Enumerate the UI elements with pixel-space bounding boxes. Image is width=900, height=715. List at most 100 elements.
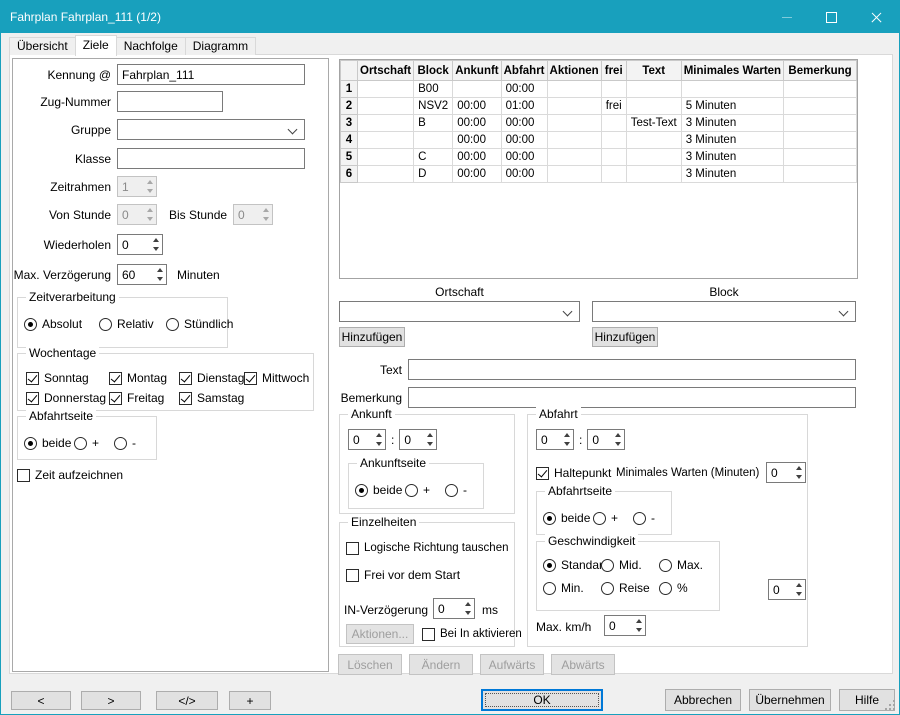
table-cell[interactable]: 3 Minuten [681, 166, 783, 183]
abwaerts-button[interactable]: Abwärts [551, 654, 615, 675]
table-cell[interactable]: 3 Minuten [681, 132, 783, 149]
wiederholen-spinner[interactable]: 0 [117, 234, 163, 255]
checkbox-freitag[interactable]: Freitag [109, 391, 164, 405]
abfahrt-hour-spinner[interactable]: 0 [536, 429, 574, 450]
table-cell[interactable]: 00:00 [501, 81, 547, 98]
spin-up-icon[interactable] [465, 602, 471, 606]
spin-up-icon[interactable] [427, 433, 433, 437]
spin-up-icon[interactable] [796, 466, 802, 470]
kennung-input[interactable] [117, 64, 305, 85]
tab-nachfolge[interactable]: Nachfolge [116, 37, 186, 55]
checkbox-mittwoch[interactable]: Mittwoch [244, 371, 309, 385]
destinations-grid[interactable]: OrtschaftBlockAnkunftAbfahrtAktionenfrei… [339, 59, 858, 279]
ok-button[interactable]: OK [481, 689, 603, 711]
table-cell[interactable] [601, 166, 626, 183]
spin-up-icon[interactable] [564, 433, 570, 437]
table-cell[interactable] [784, 132, 857, 149]
table-cell[interactable]: 00:00 [453, 166, 501, 183]
radio-mid[interactable]: Mid. [601, 558, 642, 572]
row-header[interactable]: 3 [341, 115, 358, 132]
table-cell[interactable] [784, 115, 857, 132]
table-cell[interactable]: 00:00 [501, 132, 547, 149]
column-header[interactable]: Minimales Warten [681, 61, 783, 81]
loeschen-button[interactable]: Löschen [338, 654, 402, 675]
table-cell[interactable] [358, 98, 414, 115]
table-row[interactable]: 3B00:0000:00Test-Text3 Minuten [341, 115, 857, 132]
abfahrt-minute-spinner[interactable]: 0 [587, 429, 625, 450]
title-bar[interactable]: Fahrplan Fahrplan_111 (1/2) [1, 1, 899, 33]
spin-up-icon[interactable] [263, 208, 269, 212]
table-cell[interactable] [626, 81, 681, 98]
table-row[interactable]: 6D00:0000:003 Minuten [341, 166, 857, 183]
table-cell[interactable]: 01:00 [501, 98, 547, 115]
radio-relativ[interactable]: Relativ [99, 317, 154, 331]
checkbox-donnerstag[interactable]: Donnerstag [26, 391, 106, 405]
table-cell[interactable]: Test-Text [626, 115, 681, 132]
checkbox-sonntag[interactable]: Sonntag [26, 371, 89, 385]
checkbox-logische-richtung[interactable]: Logische Richtung tauschen [346, 541, 509, 555]
close-button[interactable] [854, 1, 899, 33]
table-cell[interactable] [453, 81, 501, 98]
abbrechen-button[interactable]: Abbrechen [665, 689, 741, 711]
uebernehmen-button[interactable]: Übernehmen [749, 689, 831, 711]
spin-up-icon[interactable] [796, 583, 802, 587]
table-cell[interactable]: 5 Minuten [681, 98, 783, 115]
in-verzoegerung-spinner[interactable]: 0 [433, 598, 475, 619]
table-cell[interactable] [547, 166, 601, 183]
spin-down-icon[interactable] [796, 592, 802, 596]
zeitrahmen-spinner[interactable]: 1 [117, 176, 157, 197]
table-cell[interactable]: frei [601, 98, 626, 115]
radio-reise[interactable]: Reise [601, 581, 650, 595]
spin-up-icon[interactable] [615, 433, 621, 437]
ortschaft-hinzufuegen-button[interactable]: Hinzufügen [339, 327, 405, 347]
table-cell[interactable] [547, 81, 601, 98]
table-cell[interactable] [601, 132, 626, 149]
spin-down-icon[interactable] [796, 475, 802, 479]
column-header[interactable]: Aktionen [547, 61, 601, 81]
table-cell[interactable] [358, 149, 414, 166]
table-cell[interactable]: 3 Minuten [681, 115, 783, 132]
table-cell[interactable]: 00:00 [453, 149, 501, 166]
minimize-button[interactable] [764, 1, 809, 33]
table-row[interactable]: 2 NSV200:0001:00 frei 5 Minuten [341, 98, 857, 115]
table-cell[interactable]: 3 Minuten [681, 149, 783, 166]
aufwaerts-button[interactable]: Aufwärts [480, 654, 544, 675]
radio-stuendlich[interactable]: Stündlich [166, 317, 233, 331]
table-cell[interactable] [547, 115, 601, 132]
table-cell[interactable] [626, 98, 681, 115]
column-header[interactable]: Bemerkung [784, 61, 857, 81]
maximize-button[interactable] [809, 1, 854, 33]
table-cell[interactable] [784, 98, 857, 115]
table-cell[interactable] [601, 149, 626, 166]
max-verzoegerung-spinner[interactable]: 60 [117, 264, 167, 285]
radio-abfahrt-seite-minus[interactable]: - [633, 511, 655, 525]
table-cell[interactable]: 00:00 [453, 98, 501, 115]
tab-diagramm[interactable]: Diagramm [185, 37, 256, 55]
spin-down-icon[interactable] [636, 628, 642, 632]
row-header[interactable]: 6 [341, 166, 358, 183]
checkbox-montag[interactable]: Montag [109, 371, 167, 385]
table-cell[interactable]: NSV2 [414, 98, 453, 115]
spin-up-icon[interactable] [153, 238, 159, 242]
table-cell[interactable]: 00:00 [501, 115, 547, 132]
spin-down-icon[interactable] [427, 442, 433, 446]
spin-down-icon[interactable] [564, 442, 570, 446]
aendern-button[interactable]: Ändern [409, 654, 473, 675]
table-cell[interactable]: 00:00 [453, 115, 501, 132]
checkbox-bei-in-aktivieren[interactable]: Bei In aktivieren [422, 627, 522, 641]
row-header[interactable]: 2 [341, 98, 358, 115]
radio-abfahrt-seite-plus[interactable]: + [593, 511, 618, 525]
spin-up-icon[interactable] [147, 180, 153, 184]
radio-ankunftseite-minus[interactable]: - [445, 483, 467, 497]
spin-down-icon[interactable] [263, 217, 269, 221]
table-cell[interactable]: 00:00 [453, 132, 501, 149]
checkbox-zeit-aufzeichnen[interactable]: Zeit aufzeichnen [17, 468, 123, 482]
table-row[interactable]: 1B0000:00 [341, 81, 857, 98]
spin-down-icon[interactable] [157, 277, 163, 281]
bemerkung-input[interactable] [408, 387, 856, 408]
table-cell[interactable] [414, 132, 453, 149]
table-cell[interactable] [601, 115, 626, 132]
min-warten-spinner[interactable]: 0 [766, 462, 806, 483]
radio-absolut[interactable]: Absolut [24, 317, 82, 331]
row-header[interactable]: 1 [341, 81, 358, 98]
